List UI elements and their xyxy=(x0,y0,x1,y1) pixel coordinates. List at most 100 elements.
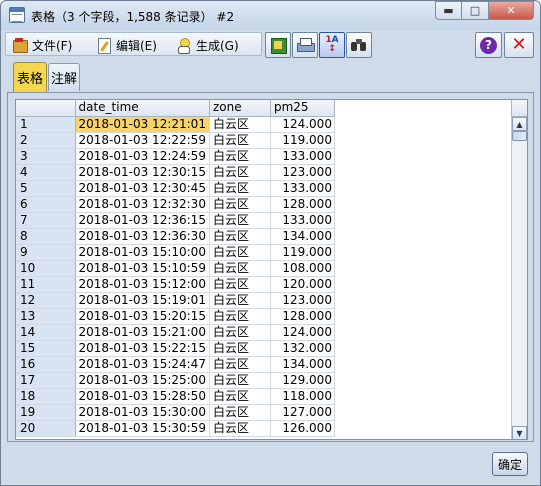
row-index-cell[interactable]: 1 xyxy=(16,116,76,133)
zone-cell[interactable]: 白云区 xyxy=(209,420,271,437)
tab-annotations[interactable]: 注解 xyxy=(48,63,80,91)
tab-table[interactable]: 表格 xyxy=(13,62,47,92)
row-index-cell[interactable]: 12 xyxy=(16,292,76,309)
row-index-cell[interactable]: 7 xyxy=(16,212,76,229)
scroll-thumb[interactable] xyxy=(512,131,527,141)
zone-cell[interactable]: 白云区 xyxy=(209,388,271,405)
close-table-button[interactable]: ✕ xyxy=(504,32,534,58)
pm25-cell[interactable]: 124.000 xyxy=(270,116,335,133)
vertical-scrollbar[interactable]: ▲ ▼ xyxy=(511,117,527,439)
zone-cell[interactable]: 白云区 xyxy=(209,356,271,373)
zone-cell[interactable]: 白云区 xyxy=(209,164,271,181)
table-row[interactable]: 12 2018-01-03 15:19:01 白云区 123.000 xyxy=(16,292,335,309)
table-row[interactable]: 3 2018-01-03 12:24:59 白云区 133.000 xyxy=(16,148,335,165)
minimize-button[interactable]: ▬ xyxy=(435,1,462,20)
zone-cell[interactable]: 白云区 xyxy=(209,260,271,277)
date-time-cell[interactable]: 2018-01-03 15:30:59 xyxy=(75,420,210,437)
zone-cell[interactable]: 白云区 xyxy=(209,308,271,325)
row-index-cell[interactable]: 6 xyxy=(16,196,76,213)
date-time-cell[interactable]: 2018-01-03 15:28:50 xyxy=(75,388,210,405)
date-time-cell[interactable]: 2018-01-03 15:25:00 xyxy=(75,372,210,389)
help-button[interactable]: ? xyxy=(475,32,502,58)
zone-cell[interactable]: 白云区 xyxy=(209,244,271,261)
date-time-cell[interactable]: 2018-01-03 15:19:01 xyxy=(75,292,210,309)
table-row[interactable]: 19 2018-01-03 15:30:00 白云区 127.000 xyxy=(16,404,335,421)
row-index-cell[interactable]: 3 xyxy=(16,148,76,165)
column-header-zone[interactable]: zone xyxy=(209,100,271,117)
zone-cell[interactable]: 白云区 xyxy=(209,276,271,293)
table-row[interactable]: 13 2018-01-03 15:20:15 白云区 128.000 xyxy=(16,308,335,325)
date-time-cell[interactable]: 2018-01-03 15:10:00 xyxy=(75,244,210,261)
print-button[interactable] xyxy=(292,32,318,58)
export-button[interactable] xyxy=(265,32,291,58)
pm25-cell[interactable]: 134.000 xyxy=(270,356,335,373)
zone-cell[interactable]: 白云区 xyxy=(209,196,271,213)
zone-cell[interactable]: 白云区 xyxy=(209,324,271,341)
row-index-cell[interactable]: 8 xyxy=(16,228,76,245)
date-time-cell[interactable]: 2018-01-03 12:30:45 xyxy=(75,180,210,197)
table-row[interactable]: 10 2018-01-03 15:10:59 白云区 108.000 xyxy=(16,260,335,277)
zone-cell[interactable]: 白云区 xyxy=(209,372,271,389)
table-row[interactable]: 18 2018-01-03 15:28:50 白云区 118.000 xyxy=(16,388,335,405)
pm25-cell[interactable]: 127.000 xyxy=(270,404,335,421)
pm25-cell[interactable]: 108.000 xyxy=(270,260,335,277)
date-time-cell[interactable]: 2018-01-03 12:22:59 xyxy=(75,132,210,149)
zone-cell[interactable]: 白云区 xyxy=(209,228,271,245)
menu-generate[interactable]: 生成(G) xyxy=(176,36,239,54)
table-row[interactable]: 4 2018-01-03 12:30:15 白云区 123.000 xyxy=(16,164,335,181)
pm25-cell[interactable]: 132.000 xyxy=(270,340,335,357)
scroll-down-button[interactable]: ▼ xyxy=(512,426,527,439)
zone-cell[interactable]: 白云区 xyxy=(209,340,271,357)
column-header-pm25[interactable]: pm25 xyxy=(270,100,335,117)
column-header-index[interactable] xyxy=(16,100,76,117)
window-close-button[interactable]: ✕ xyxy=(489,1,534,20)
row-index-cell[interactable]: 19 xyxy=(16,404,76,421)
menu-edit[interactable]: 编辑(E) xyxy=(96,36,157,54)
row-index-cell[interactable]: 14 xyxy=(16,324,76,341)
zone-cell[interactable]: 白云区 xyxy=(209,292,271,309)
date-time-cell[interactable]: 2018-01-03 15:21:00 xyxy=(75,324,210,341)
data-grid[interactable]: date_time zone pm25 1 2018-01-03 12:21:01… xyxy=(15,99,528,440)
date-time-cell[interactable]: 2018-01-03 15:22:15 xyxy=(75,340,210,357)
row-index-cell[interactable]: 10 xyxy=(16,260,76,277)
pm25-cell[interactable]: 123.000 xyxy=(270,292,335,309)
table-row[interactable]: 8 2018-01-03 12:36:30 白云区 134.000 xyxy=(16,228,335,245)
zone-cell[interactable]: 白云区 xyxy=(209,404,271,421)
pm25-cell[interactable]: 119.000 xyxy=(270,244,335,261)
row-index-cell[interactable]: 17 xyxy=(16,372,76,389)
row-index-cell[interactable]: 11 xyxy=(16,276,76,293)
zone-cell[interactable]: 白云区 xyxy=(209,180,271,197)
sort-button[interactable]: 1A ↕ xyxy=(319,32,345,58)
date-time-cell[interactable]: 2018-01-03 12:36:15 xyxy=(75,212,210,229)
row-index-cell[interactable]: 16 xyxy=(16,356,76,373)
date-time-cell[interactable]: 2018-01-03 12:24:59 xyxy=(75,148,210,165)
pm25-cell[interactable]: 119.000 xyxy=(270,132,335,149)
pm25-cell[interactable]: 120.000 xyxy=(270,276,335,293)
row-index-cell[interactable]: 15 xyxy=(16,340,76,357)
date-time-cell[interactable]: 2018-01-03 15:12:00 xyxy=(75,276,210,293)
pm25-cell[interactable]: 134.000 xyxy=(270,228,335,245)
pm25-cell[interactable]: 126.000 xyxy=(270,420,335,437)
table-row[interactable]: 17 2018-01-03 15:25:00 白云区 129.000 xyxy=(16,372,335,389)
pm25-cell[interactable]: 128.000 xyxy=(270,308,335,325)
table-row[interactable]: 2 2018-01-03 12:22:59 白云区 119.000 xyxy=(16,132,335,149)
scroll-up-button[interactable]: ▲ xyxy=(512,117,527,131)
date-time-cell[interactable]: 2018-01-03 15:10:59 xyxy=(75,260,210,277)
table-row[interactable]: 7 2018-01-03 12:36:15 白云区 133.000 xyxy=(16,212,335,229)
pm25-cell[interactable]: 128.000 xyxy=(270,196,335,213)
menu-file[interactable]: 文件(F) xyxy=(12,36,72,54)
ok-button[interactable]: 确定 xyxy=(492,452,528,476)
pm25-cell[interactable]: 133.000 xyxy=(270,212,335,229)
column-header-date-time[interactable]: date_time xyxy=(75,100,210,117)
zone-cell[interactable]: 白云区 xyxy=(209,212,271,229)
date-time-cell[interactable]: 2018-01-03 15:20:15 xyxy=(75,308,210,325)
table-row[interactable]: 9 2018-01-03 15:10:00 白云区 119.000 xyxy=(16,244,335,261)
row-index-cell[interactable]: 4 xyxy=(16,164,76,181)
pm25-cell[interactable]: 123.000 xyxy=(270,164,335,181)
pm25-cell[interactable]: 133.000 xyxy=(270,180,335,197)
date-time-cell[interactable]: 2018-01-03 12:32:30 xyxy=(75,196,210,213)
table-row[interactable]: 14 2018-01-03 15:21:00 白云区 124.000 xyxy=(16,324,335,341)
pm25-cell[interactable]: 124.000 xyxy=(270,324,335,341)
table-row[interactable]: 6 2018-01-03 12:32:30 白云区 128.000 xyxy=(16,196,335,213)
row-index-cell[interactable]: 5 xyxy=(16,180,76,197)
